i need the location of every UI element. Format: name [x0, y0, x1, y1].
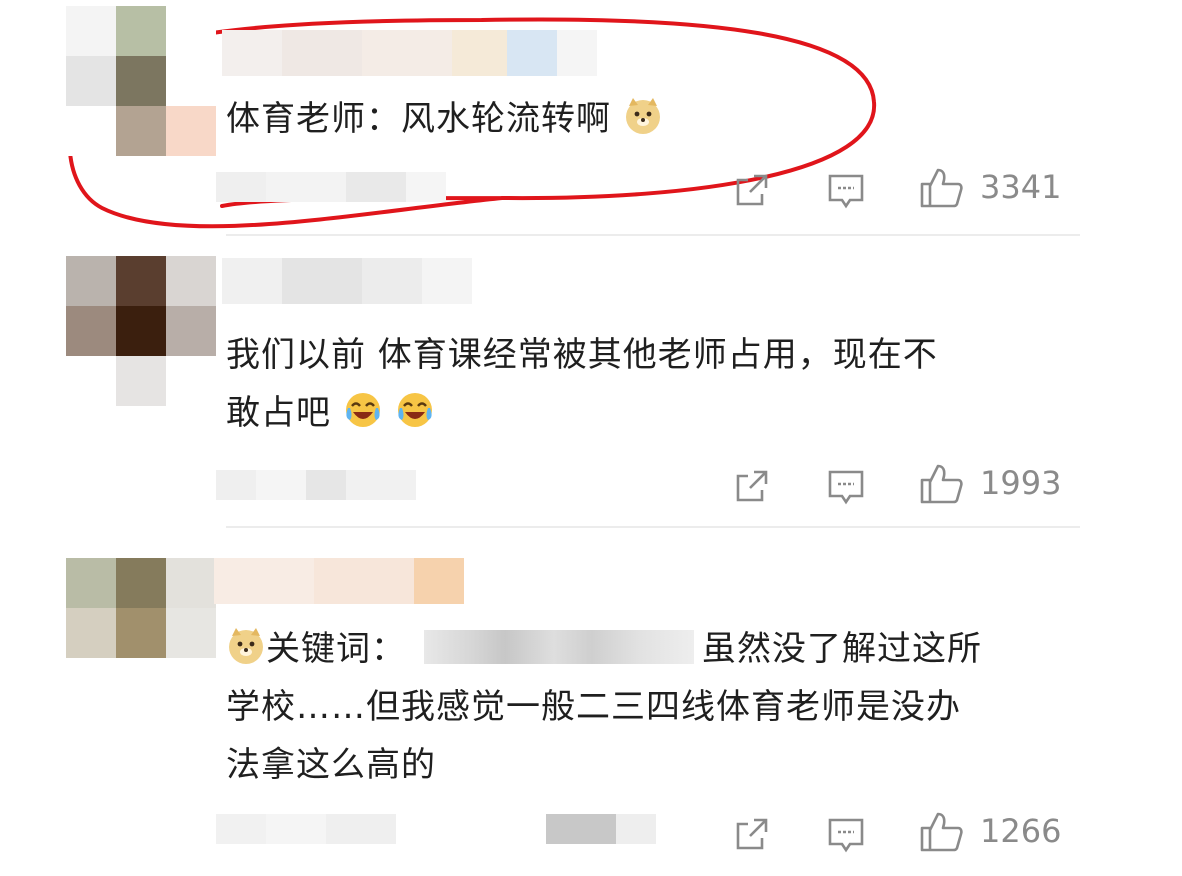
comment-actions: 1266	[0, 810, 1182, 856]
divider	[226, 234, 1080, 236]
share-icon[interactable]	[732, 814, 772, 854]
comment-actions: 3341	[0, 166, 1182, 212]
like-count: 3341	[980, 168, 1062, 206]
like-icon[interactable]	[918, 166, 964, 210]
comment-actions: 1993	[0, 462, 1182, 508]
comment-text: 关键词： 虽然没了解过这所 学校……但我感觉一般二三四线体育老师是没办 法拿这么高…	[226, 620, 982, 794]
username-blurred[interactable]	[222, 258, 472, 304]
laugh-cry-emoji-icon	[345, 393, 380, 427]
avatar[interactable]	[66, 256, 216, 406]
comment-icon[interactable]	[826, 466, 866, 506]
divider	[226, 526, 1080, 528]
keyword-blurred	[424, 630, 694, 664]
like-icon[interactable]	[918, 810, 964, 854]
comment-icon[interactable]	[826, 170, 866, 210]
doge-emoji-icon	[229, 628, 263, 664]
username-blurred[interactable]	[222, 30, 597, 76]
keyword-label: 关键词：	[266, 629, 406, 669]
like-count: 1993	[980, 464, 1062, 502]
doge-emoji-icon	[625, 98, 660, 134]
avatar[interactable]	[66, 6, 216, 156]
share-icon[interactable]	[732, 466, 772, 506]
comment-icon[interactable]	[826, 814, 866, 854]
laugh-cry-emoji-icon	[397, 393, 432, 427]
avatar[interactable]	[66, 558, 216, 708]
like-icon[interactable]	[918, 462, 964, 506]
comment-text: 我们以前 体育课经常被其他老师占用，现在不 敢占吧	[226, 335, 938, 433]
comment-text: 体育老师：风水轮流转啊	[226, 90, 663, 148]
share-icon[interactable]	[732, 170, 772, 210]
like-count: 1266	[980, 812, 1062, 850]
username-blurred[interactable]	[214, 558, 464, 604]
